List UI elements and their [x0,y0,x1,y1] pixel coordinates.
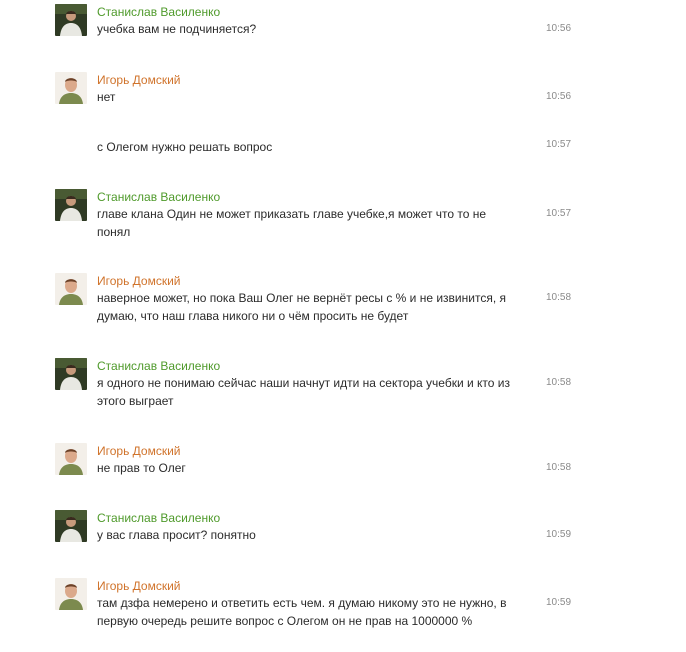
message-author[interactable]: Станислав Василенко [97,4,220,20]
stanislav-avatar[interactable] [55,4,87,36]
message-timestamp: 10:58 [546,462,572,473]
message-text: с Олегом нужно решать вопрос [97,140,273,154]
message-timestamp: 10:57 [546,139,572,150]
message-timestamp: 10:56 [546,91,572,102]
message-text: я одного не понимаю сейчас наши начнут и… [97,376,511,408]
message-text: не прав то Олег [97,461,186,475]
message-text: у вас глава просит? понятно [97,528,256,542]
message-timestamp: 10:58 [546,292,572,303]
message-author[interactable]: Игорь Домский [97,578,181,594]
message-text: там дзфа немерено и ответить есть чем. я… [97,596,507,628]
igor-avatar[interactable] [55,443,87,475]
message-author[interactable]: Станислав Василенко [97,189,220,205]
message-text: наверное может, но пока Ваш Олег не верн… [97,291,506,323]
stanislav-avatar[interactable] [55,189,87,221]
message-author[interactable]: Станислав Василенко [97,358,220,374]
chat-log: Станислав Василенко учебка вам не подчин… [0,0,686,652]
message-author[interactable]: Игорь Домский [97,273,181,289]
stanislav-avatar[interactable] [55,358,87,390]
igor-avatar[interactable] [55,72,87,104]
message-author[interactable]: Игорь Домский [97,72,181,88]
message-text: главе клана Один не может приказать глав… [97,207,487,239]
message-author[interactable]: Игорь Домский [97,443,181,459]
igor-avatar[interactable] [55,578,87,610]
message-timestamp: 10:59 [546,529,572,540]
message-text: нет [97,90,116,104]
message-text: учебка вам не подчиняется? [97,22,257,36]
stanislav-avatar[interactable] [55,510,87,542]
message-author[interactable]: Станислав Василенко [97,510,220,526]
message-timestamp: 10:59 [546,597,572,608]
message-timestamp: 10:58 [546,377,572,388]
message-timestamp: 10:56 [546,23,572,34]
igor-avatar[interactable] [55,273,87,305]
message-timestamp: 10:57 [546,208,572,219]
